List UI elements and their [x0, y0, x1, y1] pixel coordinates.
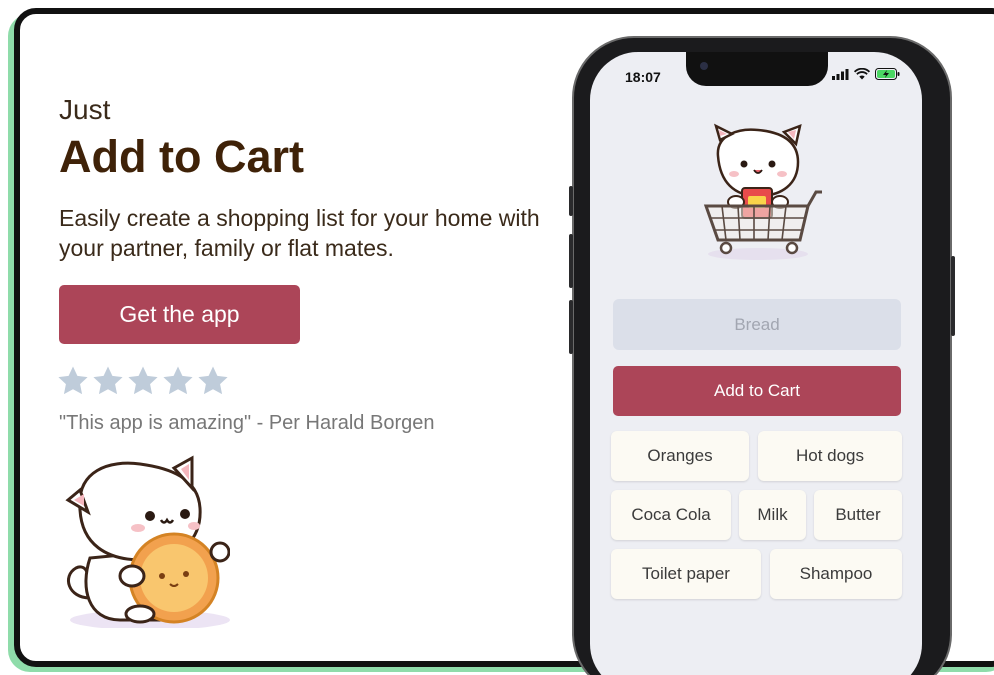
phone-power-button [951, 256, 955, 336]
phone-screen: 18:07 Bread Add to Cart Oranges Hot dogs… [590, 52, 922, 675]
phone-side-button [569, 186, 573, 216]
hero-headline: Add to Cart [59, 131, 304, 182]
testimonial-quote: "This app is amazing" - Per Harald Borge… [59, 412, 435, 434]
cat-mooncake-illustration [65, 455, 230, 628]
star-icon [93, 366, 123, 395]
phone-side-button [569, 300, 573, 354]
star-icon [163, 366, 193, 395]
battery-charging-icon [875, 68, 900, 80]
star-icon [198, 366, 228, 395]
phone-mockup: 18:07 Bread Add to Cart Oranges Hot dogs… [569, 36, 955, 675]
item-input[interactable] [613, 299, 901, 350]
cellular-signal-icon [832, 68, 849, 80]
list-item-toilet-paper[interactable]: Toilet paper [611, 549, 761, 599]
phone-side-button [569, 234, 573, 288]
status-icons [832, 68, 900, 80]
star-icon [128, 366, 158, 395]
list-item-shampoo[interactable]: Shampoo [770, 549, 902, 599]
phone-notch [686, 52, 828, 86]
add-to-cart-button[interactable]: Add to Cart [613, 366, 901, 416]
list-item-milk[interactable]: Milk [739, 490, 806, 540]
status-time: 18:07 [625, 69, 661, 85]
list-item-butter[interactable]: Butter [814, 490, 902, 540]
wifi-icon [854, 68, 870, 80]
list-item-oranges[interactable]: Oranges [611, 431, 749, 481]
star-icon [58, 366, 88, 395]
rating-stars [56, 364, 230, 398]
cat-shopping-cart-illustration [703, 123, 822, 260]
list-item-hot-dogs[interactable]: Hot dogs [758, 431, 902, 481]
get-the-app-button[interactable]: Get the app [59, 285, 300, 344]
camera-icon [700, 62, 708, 70]
hero-subtitle: Easily create a shopping list for your h… [59, 205, 540, 261]
hero-eyebrow: Just [59, 94, 111, 125]
list-item-coca-cola[interactable]: Coca Cola [611, 490, 731, 540]
